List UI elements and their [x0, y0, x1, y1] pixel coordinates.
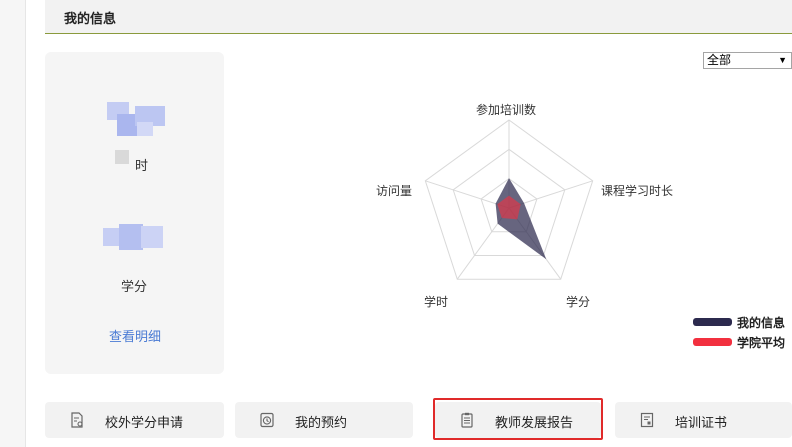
hours-label: 时 [135, 158, 149, 173]
left-panel-edge [0, 0, 26, 447]
training-certificate-label: 培训证书 [675, 415, 728, 430]
radar-series-mine [495, 178, 547, 260]
clipboard-report-icon [461, 412, 473, 428]
chevron-down-icon: ▼ [778, 55, 787, 65]
scope-select[interactable]: 全部 ▼ [703, 52, 792, 69]
training-certificate-button[interactable]: 培训证书 [615, 402, 792, 438]
radar-axis-label-2: 学分 [566, 295, 591, 309]
teacher-development-report-button[interactable]: 教师发展报告 [435, 402, 601, 438]
radar-chart: 参加培训数 课程学习时长 学分 学时 访问量 [360, 95, 700, 315]
hours-value-blurred [107, 102, 165, 140]
clock-icon [260, 412, 274, 428]
stats-card: 时 学分 查看明细 [45, 52, 224, 374]
external-credit-application-button[interactable]: 校外学分申请 [45, 402, 224, 438]
credits-label: 学分 [121, 279, 148, 294]
teacher-development-report-label: 教师发展报告 [495, 415, 574, 430]
radar-axis-label-1: 课程学习时长 [601, 184, 674, 198]
external-credit-application-label: 校外学分申请 [105, 415, 184, 430]
credits-value-blurred [103, 224, 165, 254]
view-details-link[interactable]: 查看明细 [109, 326, 161, 345]
radar-legend: 我的信息 学院平均 [693, 312, 785, 352]
radar-axis-label-3: 学时 [424, 295, 449, 309]
legend-swatch-mine [693, 318, 732, 326]
document-credit-icon [71, 412, 83, 428]
radar-chart-svg [424, 119, 594, 280]
legend-item-mine[interactable]: 我的信息 [693, 312, 785, 332]
legend-label-average: 学院平均 [737, 335, 786, 350]
hours-label-blurred [115, 150, 129, 164]
legend-swatch-average [693, 338, 732, 346]
radar-axis-label-0: 参加培训数 [476, 103, 537, 117]
certificate-icon [640, 412, 654, 428]
section-title: 我的信息 [64, 11, 117, 26]
legend-label-mine: 我的信息 [737, 315, 786, 330]
legend-item-average[interactable]: 学院平均 [693, 332, 785, 352]
section-header: 我的信息 [45, 0, 792, 34]
my-reservations-label: 我的预约 [295, 415, 348, 430]
radar-axis-label-4: 访问量 [376, 184, 413, 198]
scope-select-value: 全部 [707, 53, 732, 67]
my-reservations-button[interactable]: 我的预约 [235, 402, 413, 438]
